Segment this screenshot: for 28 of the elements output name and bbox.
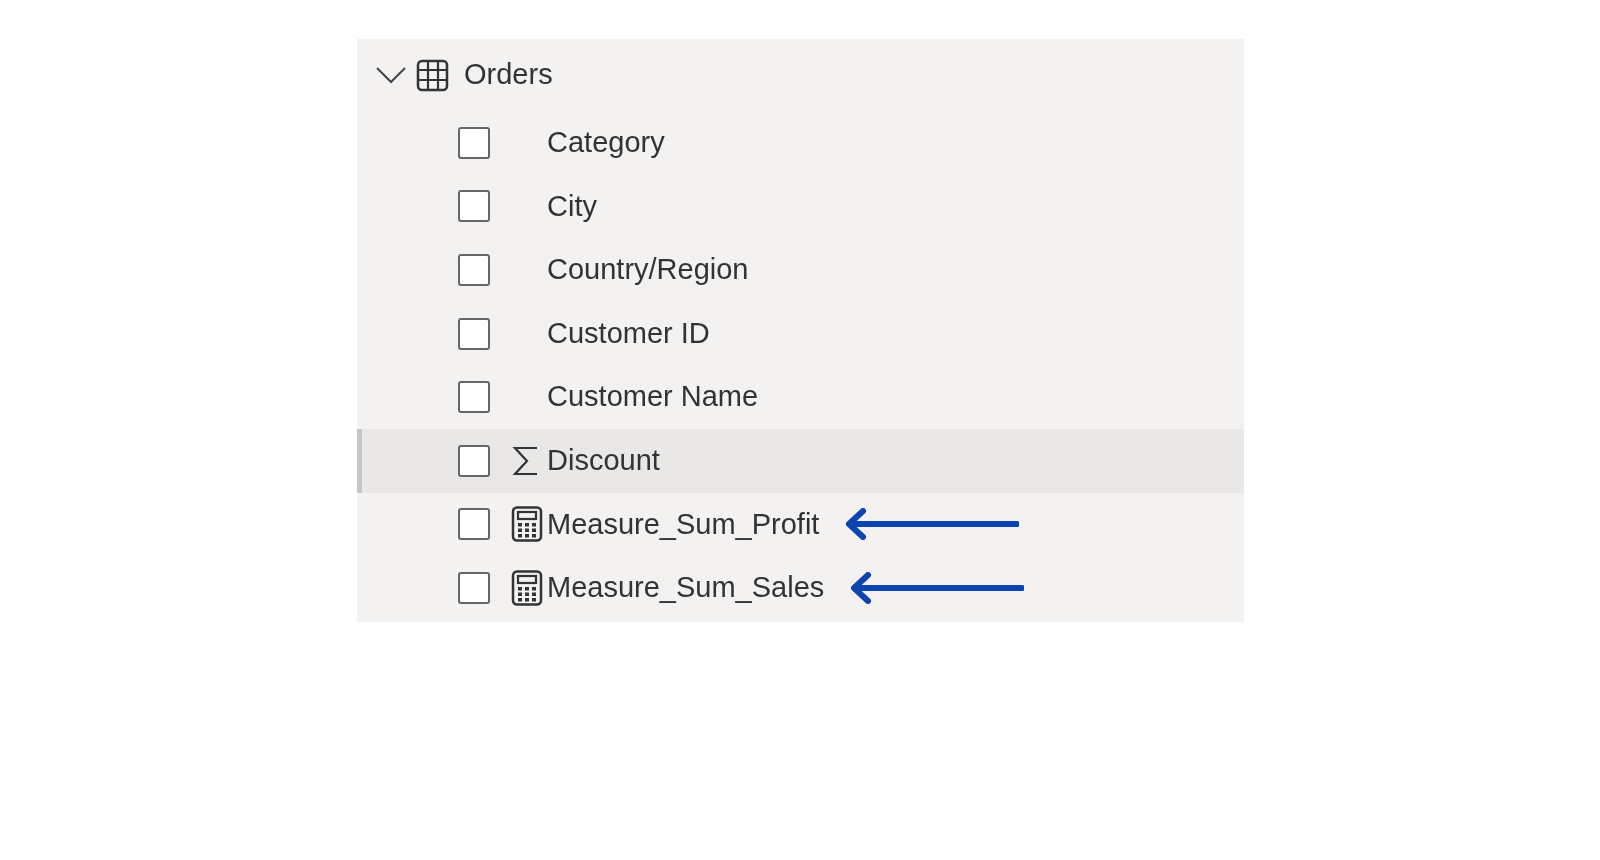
checkbox[interactable]: [458, 571, 490, 604]
checkbox[interactable]: [458, 126, 490, 159]
field-name[interactable]: Country/Region: [547, 248, 749, 292]
calculator-icon: [511, 506, 543, 543]
field-name[interactable]: Customer ID: [547, 311, 710, 356]
checkbox[interactable]: [458, 190, 490, 223]
field-row[interactable]: Discount: [357, 428, 1244, 493]
checkbox[interactable]: [458, 317, 490, 350]
table-icon: [416, 58, 449, 92]
field-row[interactable]: Measure_Sum_Sales: [357, 556, 1244, 620]
field-name[interactable]: Category: [547, 121, 665, 165]
field-name[interactable]: Measure_Sum_Sales: [547, 566, 825, 610]
checkbox[interactable]: [458, 254, 490, 286]
field-name[interactable]: Customer Name: [547, 375, 759, 419]
checkbox[interactable]: [458, 444, 490, 477]
field-row[interactable]: Country/Region: [357, 238, 1244, 302]
field-row[interactable]: Customer Name: [357, 365, 1244, 429]
checkbox[interactable]: [458, 508, 490, 541]
field-name[interactable]: Measure_Sum_Profit: [547, 502, 820, 547]
field-row[interactable]: Category: [357, 111, 1244, 175]
field-row[interactable]: Measure_Sum_Profit: [357, 492, 1244, 557]
field-row[interactable]: City: [357, 174, 1244, 239]
field-name[interactable]: Discount: [547, 439, 660, 483]
calculator-icon: [511, 569, 543, 606]
field-row[interactable]: Customer ID: [357, 301, 1244, 366]
table-name[interactable]: Orders: [464, 53, 553, 97]
checkbox[interactable]: [458, 381, 490, 414]
field-name[interactable]: City: [547, 184, 597, 229]
